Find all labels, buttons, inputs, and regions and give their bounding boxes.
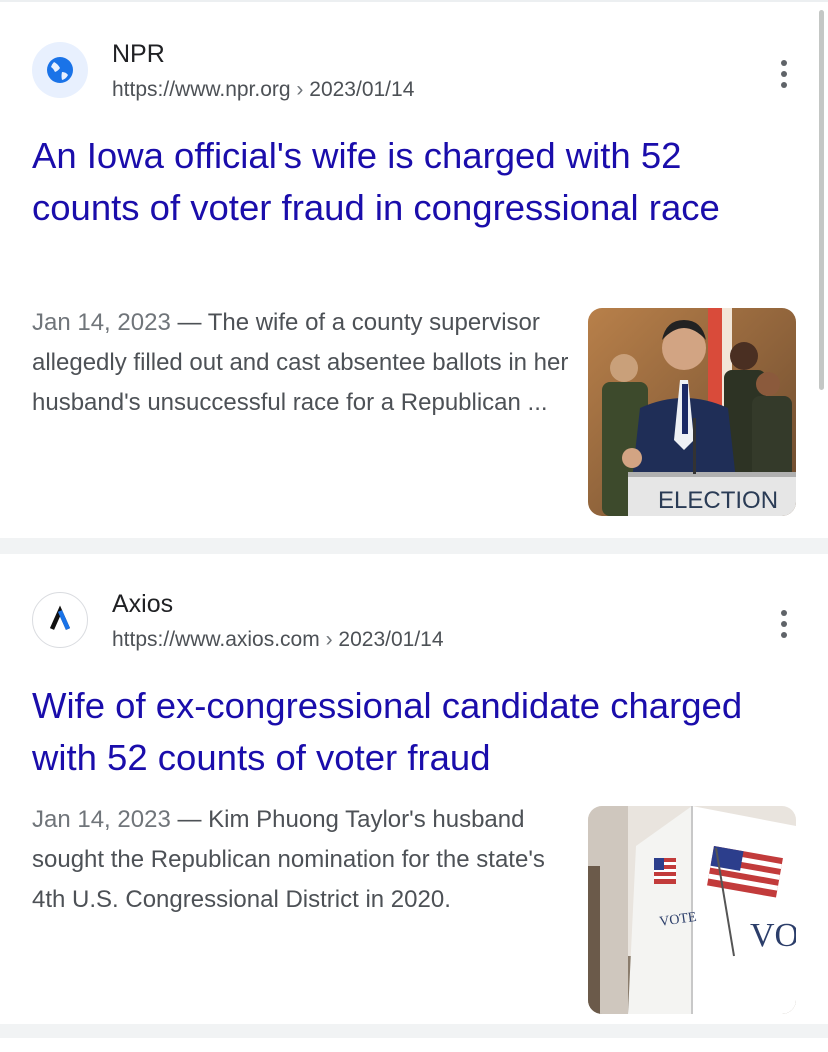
search-result-npr: NPR https://www.npr.org › 2023/01/14 An …	[0, 0, 828, 538]
url-domain: https://www.axios.com	[112, 628, 320, 651]
url-date: 2023/01/14	[338, 628, 444, 651]
site-url[interactable]: https://www.npr.org › 2023/01/14	[112, 78, 414, 102]
url-separator: ›	[319, 628, 339, 651]
axios-logo-icon	[49, 605, 71, 630]
result-snippet: Jan 14, 2023 — Kim Phuong Taylor's husba…	[32, 800, 572, 920]
globe-icon	[47, 57, 73, 83]
booth-label: VOTE	[750, 917, 796, 954]
snippet-dash: —	[170, 806, 209, 833]
snippet-dash: —	[170, 309, 208, 336]
result-thumbnail[interactable]: VOTE VOTE	[588, 806, 796, 1014]
axios-favicon[interactable]	[32, 592, 88, 648]
result-headline-link[interactable]: An Iowa official's wife is charged with …	[32, 130, 792, 234]
site-name[interactable]: NPR	[112, 40, 165, 69]
voting-booth-photo: VOTE VOTE	[588, 806, 796, 1014]
result-snippet: Jan 14, 2023 — The wife of a county supe…	[32, 303, 572, 423]
next-result-edge	[0, 1038, 828, 1052]
npr-favicon[interactable]	[32, 42, 88, 98]
url-date: 2023/01/14	[309, 78, 415, 101]
snippet-date: Jan 14, 2023	[32, 309, 171, 336]
more-options-icon[interactable]	[774, 606, 794, 642]
search-result-axios: Axios https://www.axios.com › 2023/01/14…	[0, 554, 828, 1024]
podium-label: ELECTION	[658, 487, 778, 514]
url-separator: ›	[290, 78, 310, 101]
result-thumbnail[interactable]: ELECTION	[588, 308, 796, 516]
press-conference-photo: ELECTION	[588, 308, 796, 516]
site-url[interactable]: https://www.axios.com › 2023/01/14	[112, 628, 444, 652]
result-headline-link[interactable]: Wife of ex-congressional candidate charg…	[32, 680, 792, 784]
url-domain: https://www.npr.org	[112, 78, 291, 101]
scrollbar[interactable]	[819, 10, 824, 390]
snippet-date: Jan 14, 2023	[32, 806, 171, 833]
more-options-icon[interactable]	[774, 56, 794, 92]
site-name[interactable]: Axios	[112, 590, 173, 619]
